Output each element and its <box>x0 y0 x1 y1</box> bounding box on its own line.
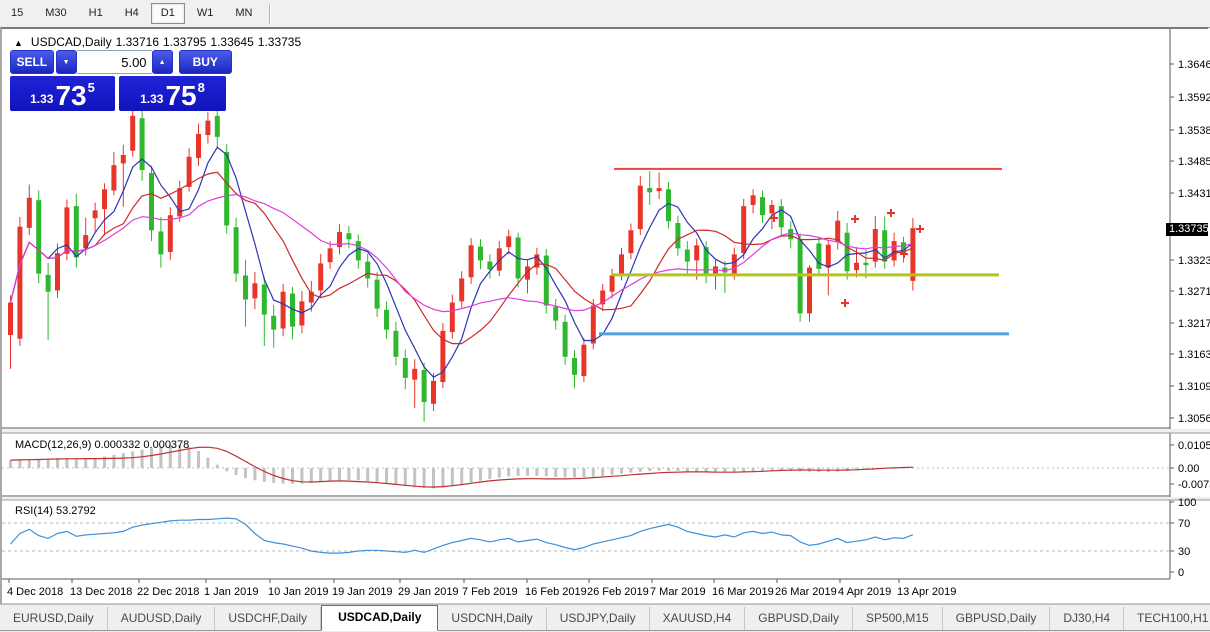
chart-tab-dj30-h4[interactable]: DJ30,H4 <box>1050 607 1124 630</box>
rsi-scale-label: 70 <box>1178 518 1190 530</box>
symbol-label: USDCAD,Daily <box>31 35 112 49</box>
chart-tab-usdjpy-daily[interactable]: USDJPY,Daily <box>547 607 650 630</box>
timeframe-button-W1[interactable]: W1 <box>187 3 224 24</box>
sell-button[interactable]: SELL <box>10 50 54 74</box>
date-tick-label: 19 Jan 2019 <box>332 586 393 598</box>
ohlc-header: ▲ USDCAD,Daily 1.33716 1.33795 1.33645 1.3373… <box>14 35 305 49</box>
close-value: 1.33735 <box>258 35 301 49</box>
macd-scale-label: 0.00 <box>1178 463 1199 475</box>
macd-scale-label: -0.0073 <box>1178 479 1210 491</box>
chart-tab-gbpusd-daily[interactable]: GBPUSD,Daily <box>943 607 1051 630</box>
chart-tab-usdcnh-daily[interactable]: USDCNH,Daily <box>438 607 546 630</box>
chart-tab-tech100-h1[interactable]: TECH100,H1 <box>1124 607 1210 630</box>
buy-price-display[interactable]: 1.33 75 8 <box>119 76 226 111</box>
price-tick-label: 1.36460 <box>1178 59 1210 71</box>
date-tick-label: 29 Jan 2019 <box>398 586 459 598</box>
date-tick-label: 13 Dec 2018 <box>70 586 132 598</box>
chart-background <box>2 29 1210 606</box>
date-tick-label: 22 Dec 2018 <box>137 586 199 598</box>
current-price-tag: 1.33735 <box>1166 223 1208 236</box>
date-tick-label: 13 Apr 2019 <box>897 586 956 598</box>
date-tick-label: 7 Feb 2019 <box>462 586 518 598</box>
macd-scale-label: 0.010525 <box>1178 440 1210 452</box>
date-tick-label: 7 Mar 2019 <box>650 586 706 598</box>
buy-price-main: 75 <box>165 83 196 109</box>
price-tick-label: 1.31090 <box>1178 381 1210 393</box>
buy-price-prefix: 1.33 <box>140 92 163 106</box>
volume-increase-button[interactable]: ▲ <box>152 50 173 74</box>
price-tick-label: 1.32170 <box>1178 318 1210 330</box>
chart-tab-usdchf-daily[interactable]: USDCHF,Daily <box>215 607 321 630</box>
date-tick-label: 16 Feb 2019 <box>525 586 587 598</box>
chart-tab-bar: EURUSD,DailyAUDUSD,DailyUSDCHF,DailyUSDC… <box>0 604 1210 631</box>
panel-separator[interactable] <box>2 429 1210 433</box>
chart-tab-audusd-daily[interactable]: AUDUSD,Daily <box>108 607 216 630</box>
date-tick-label: 26 Mar 2019 <box>775 586 837 598</box>
date-tick-label: 1 Jan 2019 <box>204 586 258 598</box>
price-tick-label: 1.33235 <box>1178 255 1210 267</box>
rsi-scale-label: 0 <box>1178 567 1184 579</box>
price-tick-label: 1.34855 <box>1178 156 1210 168</box>
high-value: 1.33795 <box>163 35 206 49</box>
date-tick-label: 4 Dec 2018 <box>7 586 63 598</box>
timeframe-button-H4[interactable]: H4 <box>115 3 149 24</box>
timeframe-toolbar: 15M30H1H4D1W1MN <box>0 0 1210 28</box>
volume-decrease-button[interactable]: ▼ <box>56 50 77 74</box>
low-value: 1.33645 <box>210 35 253 49</box>
chart-canvas[interactable]: 1.364601.359201.353801.348551.343151.332… <box>2 29 1210 606</box>
date-tick-label: 10 Jan 2019 <box>268 586 329 598</box>
chart-tab-xauusd-h4[interactable]: XAUUSD,H4 <box>650 607 746 630</box>
chart-window[interactable]: 1.364601.359201.353801.348551.343151.332… <box>0 27 1208 604</box>
price-tick-label: 1.30565 <box>1178 413 1210 425</box>
rsi-scale-label: 100 <box>1178 497 1196 509</box>
chart-tab-gbpusd-daily[interactable]: GBPUSD,Daily <box>745 607 853 630</box>
price-tick-label: 1.32710 <box>1178 286 1210 298</box>
sell-price-pip: 5 <box>88 80 95 95</box>
collapse-quotes-icon[interactable]: ▲ <box>14 38 23 48</box>
volume-input[interactable] <box>77 50 152 74</box>
chart-tab-eurusd-daily[interactable]: EURUSD,Daily <box>0 607 108 630</box>
rsi-indicator-label: RSI(14) 53.2792 <box>15 505 96 517</box>
sell-price-display[interactable]: 1.33 73 5 <box>10 76 115 111</box>
date-tick-label: 4 Apr 2019 <box>838 586 891 598</box>
timeframe-button-MN[interactable]: MN <box>225 3 262 24</box>
price-tick-label: 1.35380 <box>1178 125 1210 137</box>
price-tick-label: 1.31630 <box>1178 349 1210 361</box>
sell-price-main: 73 <box>55 83 86 109</box>
timeframe-button-D1[interactable]: D1 <box>151 3 185 24</box>
toolbar-separator <box>269 4 271 24</box>
rsi-scale-label: 30 <box>1178 546 1190 558</box>
date-tick-label: 26 Feb 2019 <box>587 586 649 598</box>
price-tick-label: 1.35920 <box>1178 92 1210 104</box>
chart-tab-sp500-m15[interactable]: SP500,M15 <box>853 607 943 630</box>
timeframe-button-15[interactable]: 15 <box>1 3 33 24</box>
open-value: 1.33716 <box>116 35 159 49</box>
timeframe-button-H1[interactable]: H1 <box>79 3 113 24</box>
one-click-trading-widget: SELL ▼ ▲ BUY 1.33 73 5 1.33 75 8 <box>10 50 232 111</box>
timeframe-button-M30[interactable]: M30 <box>35 3 76 24</box>
buy-button[interactable]: BUY <box>179 50 232 74</box>
sell-price-prefix: 1.33 <box>30 92 53 106</box>
chart-tab-usdcad-daily[interactable]: USDCAD,Daily <box>321 605 438 631</box>
macd-indicator-label: MACD(12,26,9) 0.000332 0.000378 <box>15 439 189 451</box>
buy-price-pip: 8 <box>198 80 205 95</box>
date-tick-label: 16 Mar 2019 <box>712 586 774 598</box>
price-tick-label: 1.34315 <box>1178 188 1210 200</box>
